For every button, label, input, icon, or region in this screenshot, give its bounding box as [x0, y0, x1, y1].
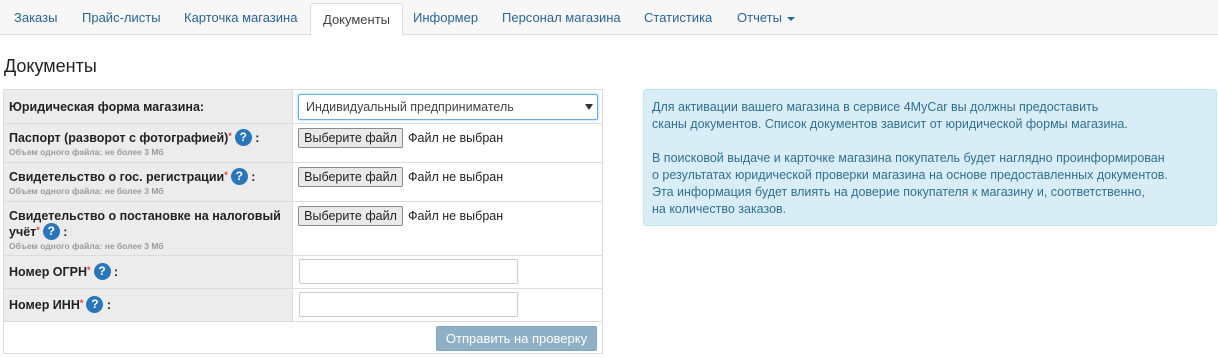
info-line: сканы документов. Список документов зави… — [652, 117, 1128, 131]
inn-label-text: Номер ИНН — [9, 298, 80, 312]
legal-form-label: Юридическая форма магазина: — [9, 100, 205, 114]
tax-label-cell: Свидетельство о постановке на налоговый у… — [4, 202, 293, 255]
dropdown-arrow-icon — [585, 104, 593, 110]
ogrn-label-text: Номер ОГРН — [9, 265, 87, 279]
label-colon: : — [113, 265, 119, 279]
help-icon[interactable]: ? — [93, 263, 111, 281]
caret-down-icon — [786, 16, 795, 21]
registration-row: Свидетельство о гос. регистрации*? : Объ… — [4, 163, 602, 202]
help-icon[interactable]: ? — [42, 223, 60, 241]
inn-label-cell: Номер ИНН*? : — [4, 289, 293, 321]
registration-label-cell: Свидетельство о гос. регистрации*? : Объ… — [4, 163, 293, 201]
registration-value-cell: Выберите файл Файл не выбран — [294, 163, 602, 201]
legal-form-value-cell: Индивидуальный предприниматель — [294, 90, 602, 123]
ogrn-label-cell: Номер ОГРН*? : — [4, 256, 293, 288]
tax-label: Свидетельство о постановке на налоговый у… — [9, 208, 292, 241]
required-marker: * — [228, 131, 232, 141]
legal-form-label-cell: Юридическая форма магазина: — [4, 90, 293, 123]
required-marker: * — [86, 265, 91, 275]
tab-price-lists[interactable]: Прайс-листы — [70, 0, 173, 35]
tax-label-line2: учёт — [9, 225, 37, 239]
tab-documents[interactable]: Документы — [310, 3, 404, 36]
legal-form-row: Юридическая форма магазина: Индивидуальн… — [4, 90, 602, 124]
label-colon: : — [251, 170, 256, 184]
choose-file-button[interactable]: Выберите файл — [298, 167, 403, 187]
inn-value-cell — [294, 289, 602, 321]
tax-registration-row: Свидетельство о постановке на налоговый у… — [4, 202, 602, 256]
help-icon[interactable]: ? — [86, 296, 104, 314]
required-marker: * — [36, 225, 40, 235]
ogrn-value-cell — [294, 256, 602, 288]
tab-store-staff[interactable]: Персонал магазина — [490, 0, 633, 35]
tab-store-card[interactable]: Карточка магазина — [172, 0, 309, 35]
tax-value-cell: Выберите файл Файл не выбран — [294, 202, 602, 255]
file-status: Файл не выбран — [408, 131, 504, 145]
inn-row: Номер ИНН*? : — [4, 289, 602, 322]
help-icon[interactable]: ? — [230, 168, 248, 186]
info-line: на количество заказов. — [652, 202, 787, 216]
passport-value-cell: Выберите файл Файл не выбран — [294, 124, 602, 162]
tab-informer[interactable]: Информер — [401, 0, 490, 35]
ogrn-input[interactable] — [299, 259, 518, 284]
legal-form-selected-value: Индивидуальный предприниматель — [306, 100, 514, 114]
file-size-hint: Объем одного файла: не более 3 Мб — [9, 241, 164, 252]
ogrn-row: Номер ОГРН*? : — [4, 256, 602, 289]
passport-label: Паспорт (разворот с фотографией)*? : — [9, 129, 292, 147]
tax-label-line1: Свидетельство о постановке на налоговый — [9, 209, 281, 223]
page-title: Документы — [4, 56, 97, 76]
registration-label-text: Свидетельство о гос. регистрации — [9, 170, 225, 184]
info-line: Для активации вашего магазина в сервисе … — [652, 100, 1099, 114]
label-colon: : — [106, 298, 112, 312]
submit-for-review-button[interactable]: Отправить на проверку — [436, 326, 597, 351]
documents-form: Юридическая форма магазина: Индивидуальн… — [3, 89, 603, 354]
file-status: Файл не выбран — [408, 209, 504, 223]
tab-orders[interactable]: Заказы — [2, 0, 69, 35]
file-size-hint: Объем одного файла: не более 3 Мб — [9, 147, 164, 158]
tab-statistics[interactable]: Статистика — [632, 0, 724, 35]
registration-label: Свидетельство о гос. регистрации*? : — [9, 168, 292, 186]
inn-input[interactable] — [299, 292, 518, 317]
tab-reports-label: Отчеты — [737, 10, 782, 25]
label-colon: : — [63, 225, 68, 239]
ogrn-label: Номер ОГРН*? : — [9, 263, 292, 281]
info-paragraph-2: В поисковой выдаче и карточке магазина п… — [652, 150, 1216, 218]
file-status: Файл не выбран — [408, 170, 504, 184]
top-nav: Заказы Прайс-листы Карточка магазина Док… — [0, 0, 1218, 36]
required-marker: * — [224, 170, 228, 180]
label-colon: : — [255, 131, 260, 145]
legal-form-select[interactable]: Индивидуальный предприниматель — [298, 94, 598, 120]
required-marker: * — [79, 298, 84, 308]
passport-label-cell: Паспорт (разворот с фотографией)*? : Объ… — [4, 124, 293, 162]
choose-file-button[interactable]: Выберите файл — [298, 128, 403, 148]
passport-label-text: Паспорт (разворот с фотографией) — [9, 131, 229, 145]
info-line: Эта информация будет влиять на доверие п… — [652, 185, 1145, 199]
tab-reports[interactable]: Отчеты — [725, 0, 807, 35]
info-paragraph-1: Для активации вашего магазина в сервисе … — [652, 99, 1216, 133]
choose-file-button[interactable]: Выберите файл — [298, 206, 403, 226]
inn-label: Номер ИНН*? : — [9, 296, 292, 314]
help-icon[interactable]: ? — [234, 129, 252, 147]
info-line: В поисковой выдаче и карточке магазина п… — [652, 151, 1165, 165]
info-line: о результатах юридической проверки магаз… — [652, 168, 1168, 182]
file-size-hint: Объем одного файла: не более 3 Мб — [9, 186, 164, 197]
info-alert: Для активации вашего магазина в сервисе … — [643, 89, 1217, 226]
passport-row: Паспорт (разворот с фотографией)*? : Объ… — [4, 124, 602, 163]
